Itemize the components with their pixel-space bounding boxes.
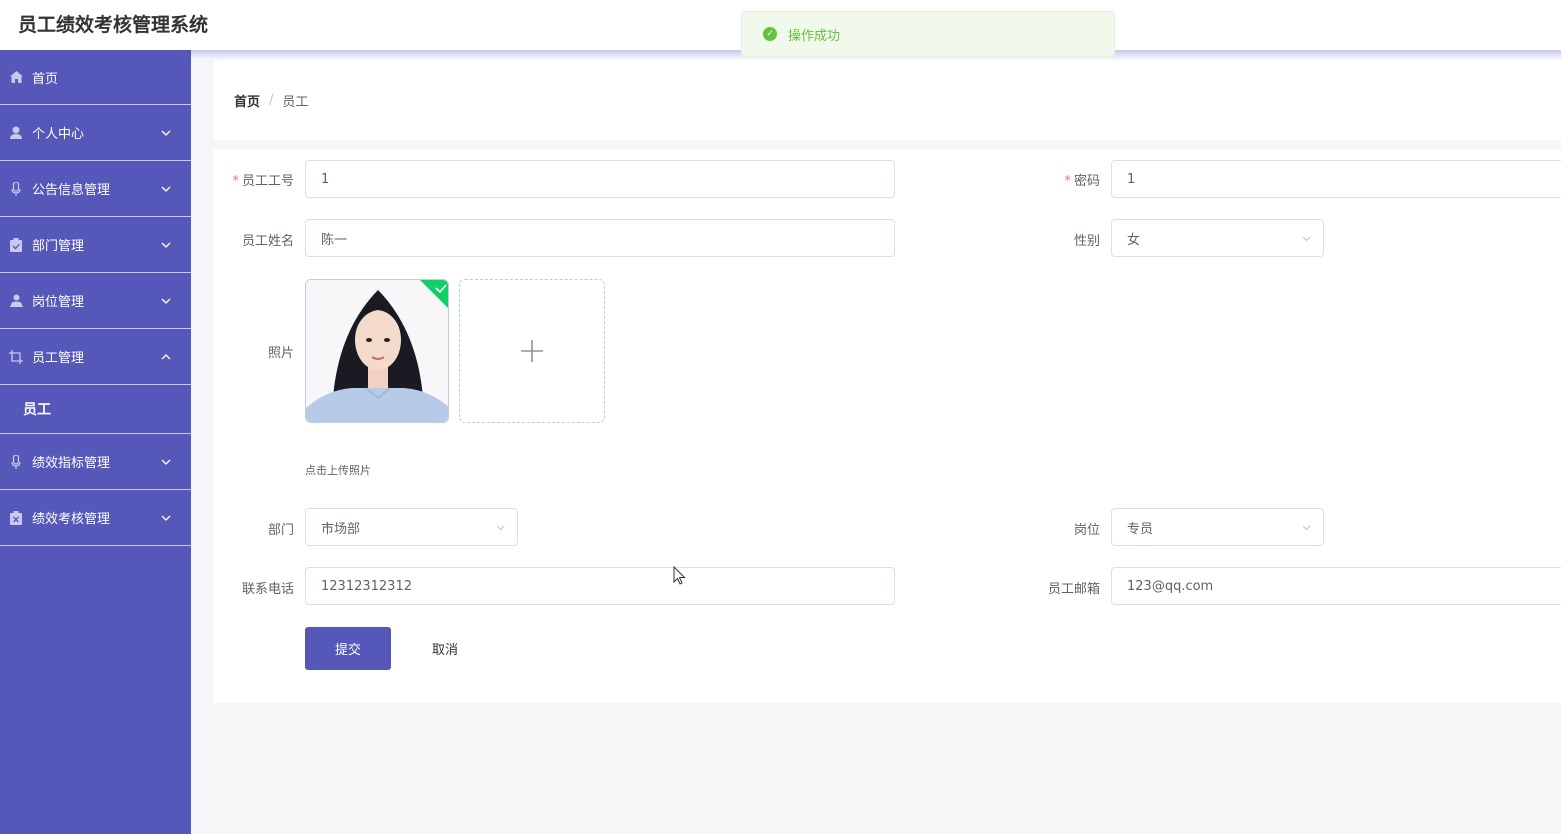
password-input[interactable]: 1 <box>1111 160 1561 198</box>
clipboard-icon <box>9 237 23 252</box>
name-input[interactable]: 陈一 <box>305 219 895 257</box>
position-select[interactable]: 专员 <box>1111 508 1324 546</box>
uploaded-photo[interactable] <box>305 279 449 423</box>
microphone-icon <box>9 181 23 196</box>
chevron-down-icon <box>161 515 171 521</box>
photo-label: 照片 <box>267 346 294 361</box>
chevron-up-icon <box>161 353 171 359</box>
email-label: 员工邮箱 <box>1047 582 1100 597</box>
portrait-image <box>306 280 448 422</box>
department-select[interactable]: 市场部 <box>305 508 518 546</box>
chevron-down-icon <box>161 298 171 304</box>
sidebar-item-kpi[interactable]: 绩效指标管理 <box>0 434 191 490</box>
chevron-down-icon <box>161 459 171 465</box>
upload-hint: 点击上传照片 <box>305 464 371 477</box>
submit-button[interactable]: 提交 <box>305 627 391 670</box>
breadcrumb-home[interactable]: 首页 <box>234 91 260 110</box>
app-title: 员工绩效考核管理系统 <box>18 14 209 36</box>
sidebar-item-label: 员工管理 <box>32 351 85 366</box>
sidebar-item-employees[interactable]: 员工管理 <box>0 329 191 385</box>
phone-label: 联系电话 <box>241 582 294 597</box>
success-toast: ✓ 操作成功 <box>741 11 1115 57</box>
chevron-down-icon <box>496 525 505 531</box>
gender-select[interactable]: 女 <box>1111 219 1324 257</box>
sidebar-item-label: 绩效考核管理 <box>32 512 111 527</box>
breadcrumb-separator: / <box>269 92 274 108</box>
toast-message: 操作成功 <box>788 28 841 44</box>
sidebar-item-positions[interactable]: 岗位管理 <box>0 273 191 329</box>
sidebar-item-announcements[interactable]: 公告信息管理 <box>0 161 191 217</box>
sidebar-item-label: 岗位管理 <box>32 295 85 310</box>
person-icon <box>9 294 23 308</box>
sidebar-item-profile[interactable]: 个人中心 <box>0 105 191 161</box>
sidebar-item-label: 绩效指标管理 <box>32 456 111 471</box>
user-icon <box>9 126 23 140</box>
breadcrumb: 首页 / 员工 <box>214 60 1561 140</box>
sidebar-item-home[interactable]: 首页 <box>0 50 191 105</box>
sidebar-item-label: 公告信息管理 <box>32 183 111 198</box>
sidebar-item-label: 首页 <box>32 71 59 87</box>
home-icon <box>9 70 23 84</box>
cancel-button[interactable]: 取消 <box>419 627 471 670</box>
sidebar-item-label: 部门管理 <box>32 239 85 254</box>
gender-label: 性别 <box>1073 234 1100 249</box>
email-input[interactable]: 123@qq.com <box>1111 567 1561 605</box>
name-label: 员工姓名 <box>241 234 294 249</box>
main-content: 首页 / 员工 *员工工号 1 *密码 1 员工姓名 陈一 性别 女 照片 <box>191 58 1561 834</box>
sidebar: 首页 个人中心 公告信息管理 部门管理 岗位管理 员工管理 员工 绩效指标管理 … <box>0 50 191 834</box>
phone-input[interactable]: 12312312312 <box>305 567 895 605</box>
employee-form: * 员工工号 1 * 密码 1 员工姓名 陈一 性别 女 照片 点击上传照片 部… <box>214 149 1561 703</box>
department-label: 部门 <box>267 523 294 538</box>
chevron-down-icon <box>161 242 171 248</box>
sidebar-item-appraisal[interactable]: 绩效考核管理 <box>0 490 191 546</box>
sidebar-subitem-label: 员工 <box>23 402 51 418</box>
sidebar-subitem-employee[interactable]: 员工 <box>0 385 191 434</box>
chevron-down-icon <box>161 130 171 136</box>
position-label: 岗位 <box>1073 523 1100 538</box>
employee-no-label: * 员工工号 <box>232 174 294 189</box>
upload-photo-button[interactable] <box>459 279 605 423</box>
sidebar-item-departments[interactable]: 部门管理 <box>0 217 191 273</box>
chevron-down-icon <box>1302 525 1311 531</box>
password-label: * 密码 <box>1064 174 1100 189</box>
microphone-icon <box>9 454 23 469</box>
chevron-down-icon <box>161 186 171 192</box>
crop-icon <box>9 349 23 364</box>
sidebar-item-label: 个人中心 <box>32 127 85 142</box>
chevron-down-icon <box>1302 236 1311 242</box>
breadcrumb-current: 员工 <box>282 94 309 110</box>
clipboard-icon <box>9 510 23 525</box>
employee-no-input[interactable]: 1 <box>305 160 895 198</box>
plus-icon <box>521 340 543 362</box>
mouse-cursor-icon <box>673 566 686 585</box>
check-circle-icon: ✓ <box>763 27 777 41</box>
